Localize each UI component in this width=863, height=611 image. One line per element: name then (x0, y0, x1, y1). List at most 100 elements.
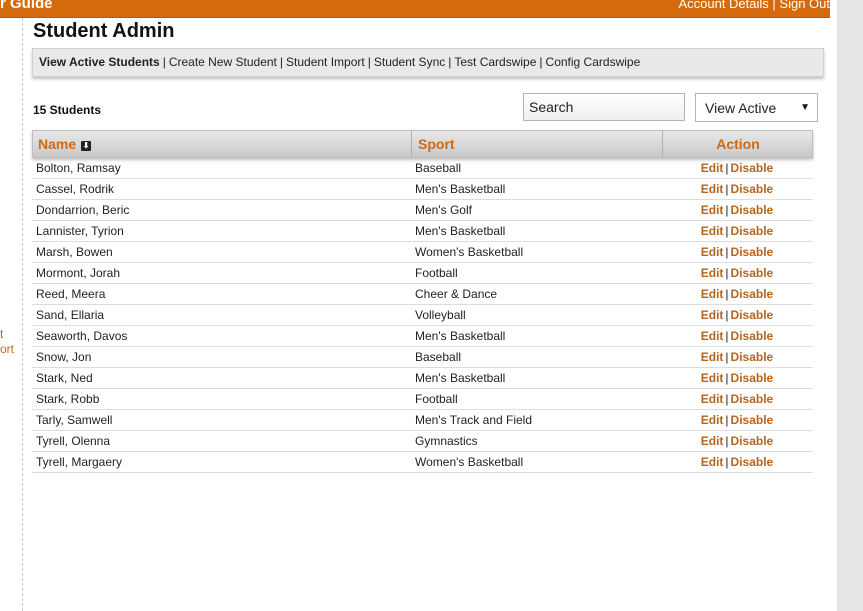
account-nav: Account Details | Sign Out (678, 0, 830, 11)
sort-descending-icon[interactable]: ⬇ (81, 141, 92, 151)
cell-sport: Volleyball (415, 308, 466, 322)
disable-link[interactable]: Disable (731, 329, 774, 343)
disable-link[interactable]: Disable (731, 350, 774, 364)
column-divider[interactable] (411, 131, 412, 158)
edit-link[interactable]: Edit (701, 161, 724, 175)
column-header-name-label: Name (38, 136, 77, 152)
edit-link[interactable]: Edit (701, 224, 724, 238)
table-row: Stark, Robb Football Edit | Disable (32, 389, 813, 410)
sidebar-link-fragment[interactable]: t (0, 327, 3, 341)
cell-student-name: Seaworth, Davos (36, 329, 128, 343)
page-title: Student Admin (33, 20, 175, 42)
cell-student-name: Reed, Meera (36, 287, 106, 301)
column-header-sport[interactable]: Sport (418, 131, 455, 158)
cell-actions: Edit | Disable (662, 368, 812, 389)
action-separator: | (725, 371, 729, 385)
disable-link[interactable]: Disable (731, 371, 774, 385)
cell-student-name: Cassel, Rodrik (36, 182, 115, 196)
edit-link[interactable]: Edit (701, 266, 724, 280)
cell-sport: Football (415, 392, 458, 406)
disable-link[interactable]: Disable (731, 392, 774, 406)
edit-link[interactable]: Edit (701, 308, 724, 322)
students-table: Name ⬇ Sport Action Bolton, Ramsay Basebal… (32, 130, 813, 473)
table-row: Tyrell, Olenna Gymnastics Edit | Disable (32, 431, 813, 452)
edit-link[interactable]: Edit (701, 371, 724, 385)
edit-link[interactable]: Edit (701, 455, 724, 469)
account-details-link[interactable]: Account Details (678, 0, 768, 11)
disable-link[interactable]: Disable (731, 434, 774, 448)
search-input[interactable] (523, 93, 685, 121)
column-header-name[interactable]: Name ⬇ (38, 131, 92, 158)
subnav-separator: | (448, 55, 452, 69)
cell-actions: Edit | Disable (662, 347, 812, 368)
table-row: Lannister, Tyrion Men's Basketball Edit | Di… (32, 221, 813, 242)
sign-out-link[interactable]: Sign Out (779, 0, 830, 11)
action-separator: | (725, 266, 729, 280)
cell-student-name: Stark, Robb (36, 392, 100, 406)
action-separator: | (725, 392, 729, 406)
table-row: Sand, Ellaria Volleyball Edit | Disable (32, 305, 813, 326)
subnav-test-cardswipe[interactable]: Test Cardswipe (454, 55, 536, 69)
cell-sport: Gymnastics (415, 434, 478, 448)
edit-link[interactable]: Edit (701, 434, 724, 448)
cell-actions: Edit | Disable (662, 200, 812, 221)
edit-link[interactable]: Edit (701, 182, 724, 196)
action-separator: | (725, 224, 729, 238)
cell-sport: Men's Basketball (415, 224, 506, 238)
cell-student-name: Bolton, Ramsay (36, 161, 121, 175)
edit-link[interactable]: Edit (701, 203, 724, 217)
disable-link[interactable]: Disable (731, 266, 774, 280)
cell-student-name: Stark, Ned (36, 371, 93, 385)
sub-navigation: View Active Students | Create New Student |… (32, 48, 824, 77)
edit-link[interactable]: Edit (701, 329, 724, 343)
edit-link[interactable]: Edit (701, 350, 724, 364)
disable-link[interactable]: Disable (731, 245, 774, 259)
disable-link[interactable]: Disable (731, 455, 774, 469)
cell-sport: Men's Track and Field (415, 413, 533, 427)
table-row: Cassel, Rodrik Men's Basketball Edit | Disab… (32, 179, 813, 200)
subnav-config-cardswipe[interactable]: Config Cardswipe (546, 55, 641, 69)
subnav-student-import[interactable]: Student Import (286, 55, 365, 69)
disable-link[interactable]: Disable (731, 203, 774, 217)
cell-actions: Edit | Disable (662, 242, 812, 263)
table-row: Tyrell, Margaery Women's Basketball Edit | D… (32, 452, 813, 473)
sidebar-link-fragment[interactable]: ort (0, 342, 14, 356)
edit-link[interactable]: Edit (701, 287, 724, 301)
edit-link[interactable]: Edit (701, 413, 724, 427)
status-filter-select[interactable]: View Active ▼ (695, 93, 818, 122)
cell-student-name: Sand, Ellaria (36, 308, 105, 322)
disable-link[interactable]: Disable (731, 287, 774, 301)
cell-student-name: Dondarrion, Beric (36, 203, 130, 217)
table-row: Tarly, Samwell Men's Track and Field Edit |… (32, 410, 813, 431)
subnav-separator: | (539, 55, 543, 69)
action-separator: | (725, 245, 729, 259)
cell-sport: Football (415, 266, 458, 280)
edit-link[interactable]: Edit (701, 392, 724, 406)
disable-link[interactable]: Disable (731, 161, 774, 175)
subnav-view-active-students[interactable]: View Active Students (39, 55, 160, 69)
cell-actions: Edit | Disable (662, 410, 812, 431)
status-filter-value: View Active (705, 100, 777, 116)
cell-student-name: Marsh, Bowen (36, 245, 113, 259)
cell-student-name: Tyrell, Margaery (36, 455, 123, 469)
edit-link[interactable]: Edit (701, 245, 724, 259)
cell-actions: Edit | Disable (662, 326, 812, 347)
table-row: Bolton, Ramsay Baseball Edit | Disable (32, 158, 813, 179)
disable-link[interactable]: Disable (731, 224, 774, 238)
cell-student-name: Tarly, Samwell (36, 413, 113, 427)
subnav-separator: | (162, 55, 166, 69)
cell-sport: Men's Golf (415, 203, 472, 217)
cell-actions: Edit | Disable (662, 221, 812, 242)
disable-link[interactable]: Disable (731, 413, 774, 427)
cell-sport: Women's Basketball (415, 245, 524, 259)
disable-link[interactable]: Disable (731, 182, 774, 196)
table-row: Dondarrion, Beric Men's Golf Edit | Disable (32, 200, 813, 221)
disable-link[interactable]: Disable (731, 308, 774, 322)
cell-sport: Men's Basketball (415, 182, 506, 196)
cell-sport: Cheer & Dance (415, 287, 498, 301)
student-count: 15 Students (33, 103, 102, 117)
subnav-student-sync[interactable]: Student Sync (374, 55, 445, 69)
app-window: r Guide Account Details | Sign Out t ort… (0, 0, 863, 611)
action-separator: | (725, 350, 729, 364)
subnav-create-new-student[interactable]: Create New Student (169, 55, 277, 69)
